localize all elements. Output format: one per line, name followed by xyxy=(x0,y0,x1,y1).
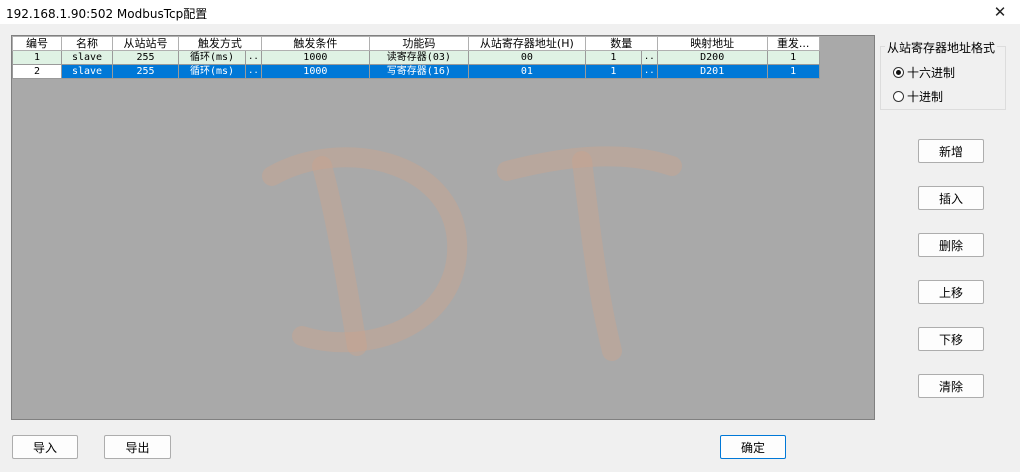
radio-checked-icon[interactable] xyxy=(893,67,904,78)
radio-decimal-label[interactable]: 十进制 xyxy=(907,88,943,105)
ok-button[interactable]: 确定 xyxy=(720,435,786,459)
cell-condition[interactable]: 1000 xyxy=(260,64,370,79)
cell-count[interactable]: 1 xyxy=(584,64,642,79)
clear-button[interactable]: 清除 xyxy=(918,374,984,398)
radio-hex-label[interactable]: 十六进制 xyxy=(907,64,955,81)
table-header: 编号 名称 从站站号 触发方式 触发条件 功能码 从站寄存器地址(H) 数量 映… xyxy=(12,36,820,51)
close-icon: ✕ xyxy=(993,3,1007,21)
cell-retry[interactable]: 1 xyxy=(766,50,820,65)
col-header-map-addr[interactable]: 映射地址 xyxy=(656,36,768,51)
insert-button[interactable]: 插入 xyxy=(918,186,984,210)
cell-function[interactable]: 写寄存器(16) xyxy=(368,64,469,79)
export-button[interactable]: 导出 xyxy=(104,435,171,459)
col-header-station[interactable]: 从站站号 xyxy=(112,36,179,51)
move-up-button[interactable]: 上移 xyxy=(918,280,984,304)
cell-ellipsis-button[interactable]: .. xyxy=(640,64,658,79)
import-button[interactable]: 导入 xyxy=(12,435,78,459)
cell-map-addr[interactable]: D200 xyxy=(656,50,768,65)
cell-retry[interactable]: 1 xyxy=(766,64,820,79)
table-row[interactable]: 1 slave 255 循环(ms) .. 1000 读寄存器(03) 00 1… xyxy=(12,50,820,65)
cell-trigger[interactable]: 循环(ms) xyxy=(178,64,246,79)
move-down-button[interactable]: 下移 xyxy=(918,327,984,351)
cell-condition[interactable]: 1000 xyxy=(260,50,370,65)
cell-no[interactable]: 2 xyxy=(12,64,62,79)
cell-count[interactable]: 1 xyxy=(584,50,642,65)
cell-name[interactable]: slave xyxy=(61,64,113,79)
config-table: 编号 名称 从站站号 触发方式 触发条件 功能码 从站寄存器地址(H) 数量 映… xyxy=(12,36,820,79)
cell-station[interactable]: 255 xyxy=(112,64,179,79)
col-header-name[interactable]: 名称 xyxy=(61,36,113,51)
col-header-reg-addr[interactable]: 从站寄存器地址(H) xyxy=(467,36,586,51)
cell-no[interactable]: 1 xyxy=(12,50,62,65)
cell-function[interactable]: 读寄存器(03) xyxy=(368,50,469,65)
add-button[interactable]: 新增 xyxy=(918,139,984,163)
cell-station[interactable]: 255 xyxy=(112,50,179,65)
cell-name[interactable]: slave xyxy=(61,50,113,65)
radio-hex[interactable]: 十六进制 xyxy=(893,64,955,81)
cell-trigger[interactable]: 循环(ms) xyxy=(178,50,246,65)
cell-ellipsis-button[interactable]: .. xyxy=(245,64,262,79)
radio-decimal[interactable]: 十进制 xyxy=(893,88,943,105)
col-header-trigger[interactable]: 触发方式 xyxy=(178,36,262,51)
delete-button[interactable]: 删除 xyxy=(918,233,984,257)
window-title: 192.168.1.90:502 ModbusTcp配置 xyxy=(6,7,208,21)
cell-reg-addr[interactable]: 01 xyxy=(467,64,586,79)
title-bar: 192.168.1.90:502 ModbusTcp配置 ✕ xyxy=(0,0,1020,24)
col-header-retry[interactable]: 重发... xyxy=(766,36,820,51)
table-row-selected[interactable]: 2 slave 255 循环(ms) .. 1000 写寄存器(16) 01 1… xyxy=(12,64,820,79)
col-header-count[interactable]: 数量 xyxy=(584,36,658,51)
cell-reg-addr[interactable]: 00 xyxy=(467,50,586,65)
cell-map-addr[interactable]: D201 xyxy=(656,64,768,79)
col-header-no[interactable]: 编号 xyxy=(12,36,62,51)
cell-ellipsis-button[interactable]: .. xyxy=(640,50,658,65)
radio-unchecked-icon[interactable] xyxy=(893,91,904,102)
address-format-title: 从站寄存器地址格式 xyxy=(885,39,998,56)
col-header-condition[interactable]: 触发条件 xyxy=(260,36,370,51)
data-grid[interactable]: 编号 名称 从站站号 触发方式 触发条件 功能码 从站寄存器地址(H) 数量 映… xyxy=(11,35,875,420)
close-button[interactable]: ✕ xyxy=(980,0,1020,24)
col-header-function[interactable]: 功能码 xyxy=(368,36,469,51)
dt-watermark-logo xyxy=(262,146,682,361)
cell-ellipsis-button[interactable]: .. xyxy=(245,50,262,65)
